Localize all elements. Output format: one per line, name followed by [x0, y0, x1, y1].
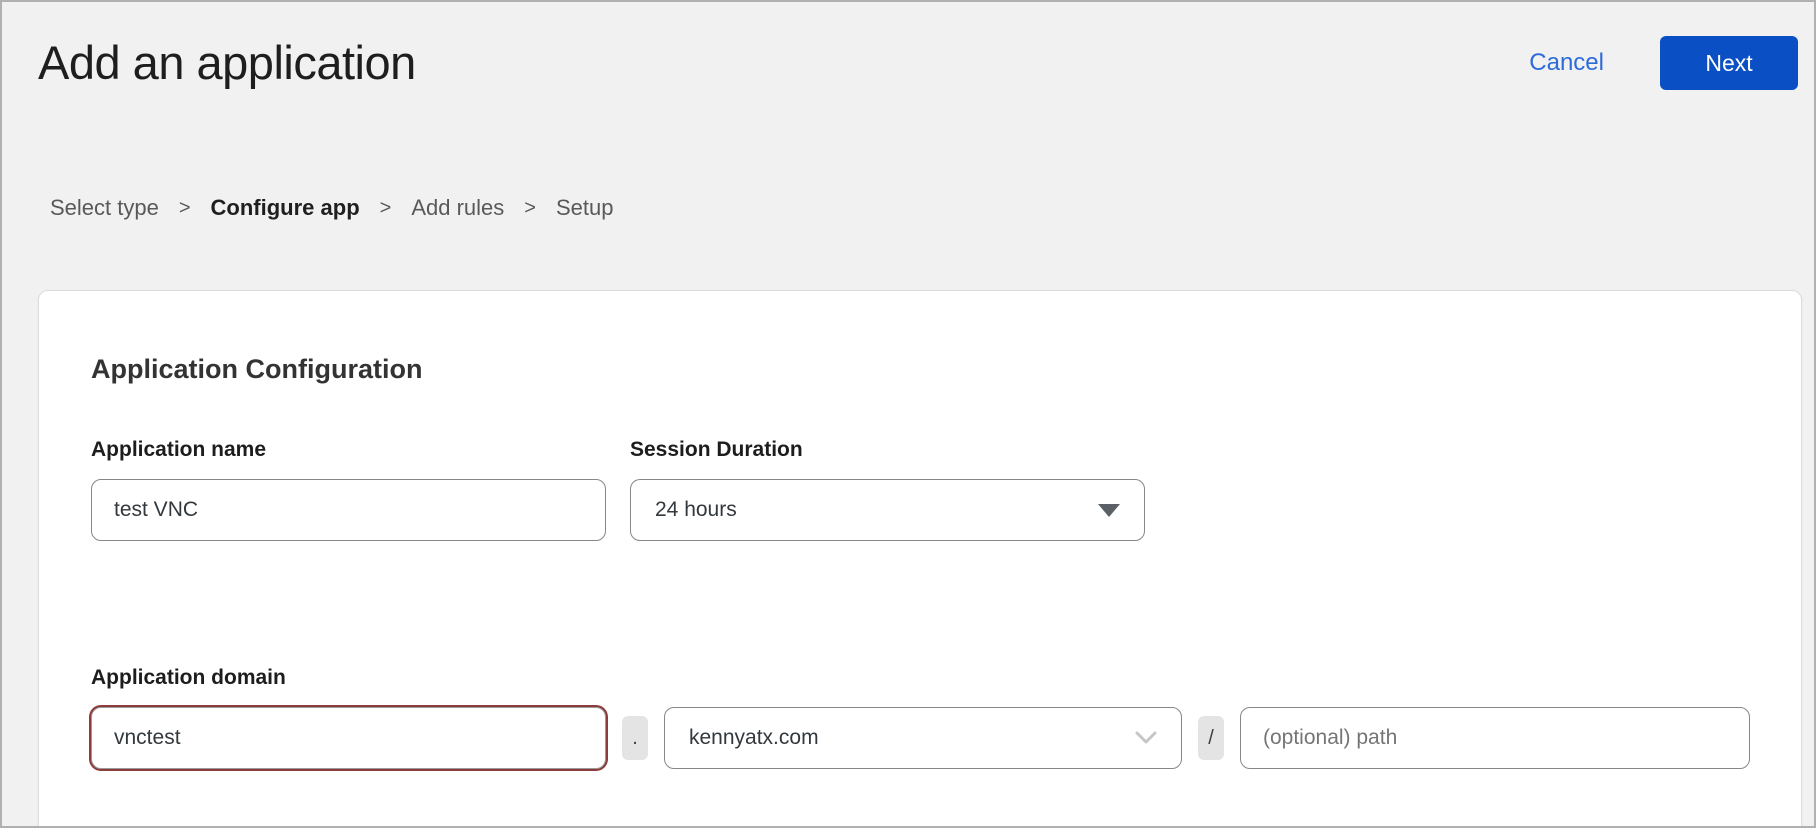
step-separator: >	[524, 195, 536, 221]
application-domain-label: Application domain	[91, 665, 1751, 690]
path-input[interactable]	[1240, 707, 1750, 769]
caret-down-icon	[1098, 504, 1120, 517]
step-separator: >	[179, 195, 191, 221]
breadcrumb: Select type > Configure app > Add rules …	[50, 195, 1814, 221]
next-button[interactable]: Next	[1660, 36, 1798, 90]
slash-separator: /	[1198, 716, 1224, 760]
session-duration-value: 24 hours	[655, 498, 737, 522]
application-name-label: Application name	[91, 437, 606, 462]
chevron-down-icon	[1135, 726, 1157, 750]
session-duration-select[interactable]: 24 hours	[630, 479, 1145, 541]
step-setup[interactable]: Setup	[556, 195, 614, 221]
application-name-input[interactable]	[91, 479, 606, 541]
name-duration-row: Application name Session Duration 24 hou…	[91, 437, 1751, 541]
page-header: Add an application Cancel Next	[2, 2, 1814, 90]
session-duration-field: Session Duration 24 hours	[630, 437, 1145, 541]
subdomain-input[interactable]	[91, 707, 606, 769]
application-domain-row: . kennyatx.com /	[91, 707, 1751, 769]
configuration-card: Application Configuration Application na…	[38, 290, 1802, 828]
section-title: Application Configuration	[91, 353, 1751, 385]
application-name-field: Application name	[91, 437, 606, 541]
domain-select-value: kennyatx.com	[689, 726, 819, 750]
add-application-page: Add an application Cancel Next Select ty…	[0, 0, 1816, 828]
session-duration-label: Session Duration	[630, 437, 1145, 462]
domain-select[interactable]: kennyatx.com	[664, 707, 1182, 769]
step-add-rules[interactable]: Add rules	[411, 195, 504, 221]
dot-separator: .	[622, 716, 648, 760]
cancel-button[interactable]: Cancel	[1529, 49, 1604, 77]
step-separator: >	[380, 195, 392, 221]
step-configure-app[interactable]: Configure app	[211, 195, 360, 221]
header-actions: Cancel Next	[1529, 36, 1798, 90]
step-select-type[interactable]: Select type	[50, 195, 159, 221]
page-title: Add an application	[38, 36, 416, 90]
